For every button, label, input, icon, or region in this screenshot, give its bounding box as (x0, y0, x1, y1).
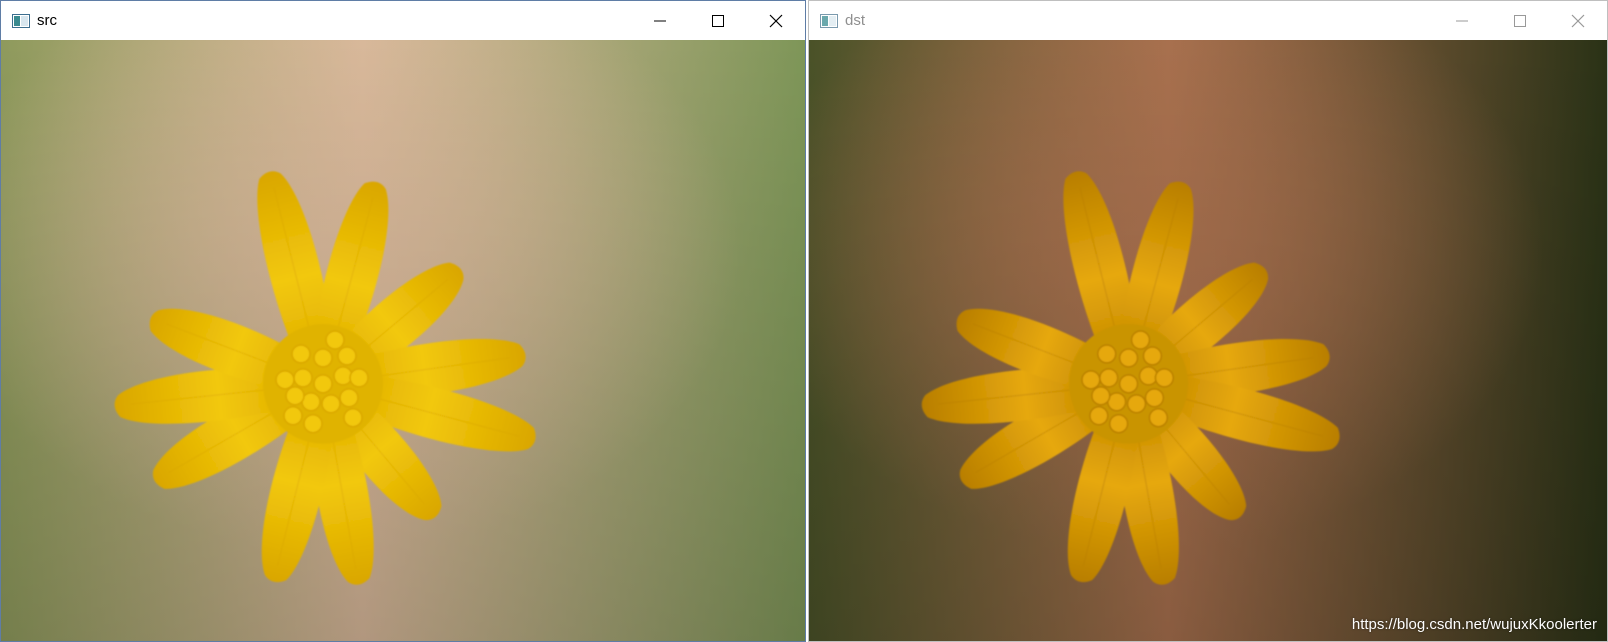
titlebar[interactable]: src (1, 1, 805, 40)
close-button[interactable] (747, 1, 805, 40)
maximize-button[interactable] (1491, 1, 1549, 40)
app-icon (12, 13, 30, 28)
maximize-icon (1514, 14, 1526, 27)
flower-photo (1, 40, 805, 641)
window-title: src (37, 12, 57, 29)
minimize-button[interactable] (631, 1, 689, 40)
window-src[interactable]: src (0, 0, 806, 642)
close-button[interactable] (1549, 1, 1607, 40)
maximize-icon (712, 14, 724, 27)
maximize-button[interactable] (689, 1, 747, 40)
minimize-icon (654, 20, 666, 21)
close-icon (769, 14, 783, 27)
app-icon (820, 13, 838, 28)
window-title: dst (845, 12, 866, 29)
titlebar[interactable]: dst (809, 1, 1607, 40)
minimize-icon (1456, 20, 1468, 21)
watermark: https://blog.csdn.net/wujuxKkoolerter (1351, 616, 1597, 633)
close-icon (1571, 14, 1585, 27)
minimize-button[interactable] (1433, 1, 1491, 40)
image-view: https://blog.csdn.net/wujuxKkoolerter (809, 40, 1607, 641)
flower-photo (809, 40, 1607, 641)
window-dst[interactable]: dst https://blog.csdn.net/wujuxKkoolerte… (808, 0, 1608, 642)
image-view (1, 40, 805, 641)
